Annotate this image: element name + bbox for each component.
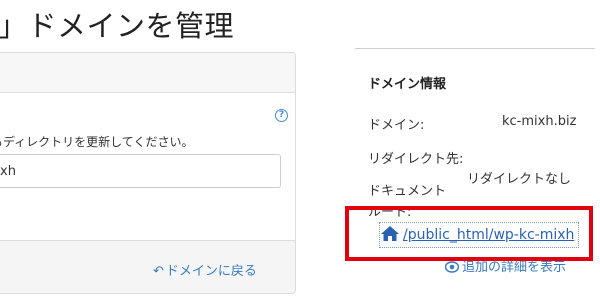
show-more-details-link[interactable]: 追加の詳細を表示	[445, 256, 566, 275]
document-root-input[interactable]	[0, 154, 281, 188]
panel-header	[0, 53, 295, 93]
domain-info-heading: ドメイン情報	[368, 77, 447, 92]
eye-icon	[445, 261, 459, 273]
back-to-domains-link[interactable]: ↶ ドメインに戻る	[153, 260, 257, 279]
back-arrow-icon: ↶	[153, 264, 164, 279]
domain-edit-panel: ? るディレクトリを更新してください。 ↶ドメインに戻る	[0, 52, 296, 294]
page-title: 」ドメインを管理	[0, 9, 235, 43]
domain-value: kc-mixh.biz	[502, 114, 577, 129]
document-root-label: ドキュメント	[368, 184, 447, 199]
domain-label: ドメイン:	[368, 118, 425, 133]
document-root-label-cont: ルート:	[368, 205, 412, 220]
domain-info-sidebar: ドメイン情報 ドメイン: kc-mixh.biz リダイレクト先: リダイレクト…	[345, 0, 600, 307]
more-details-label: 追加の詳細を表示	[462, 260, 567, 275]
help-text: るディレクトリを更新してください。	[0, 135, 194, 149]
question-circle-icon[interactable]: ?	[275, 109, 288, 122]
redirect-value: リダイレクトなし	[467, 172, 572, 187]
document-root-path: /public_html/wp-kc-mixh	[403, 227, 575, 243]
document-root-link[interactable]: /public_html/wp-kc-mixh	[379, 222, 580, 248]
panel-footer: ↶ ドメインに戻る	[0, 240, 295, 293]
redirect-label: リダイレクト先:	[368, 152, 464, 167]
home-icon	[381, 226, 399, 241]
back-link-label: ドメインに戻る	[165, 264, 257, 279]
sidebar-divider	[355, 48, 595, 49]
